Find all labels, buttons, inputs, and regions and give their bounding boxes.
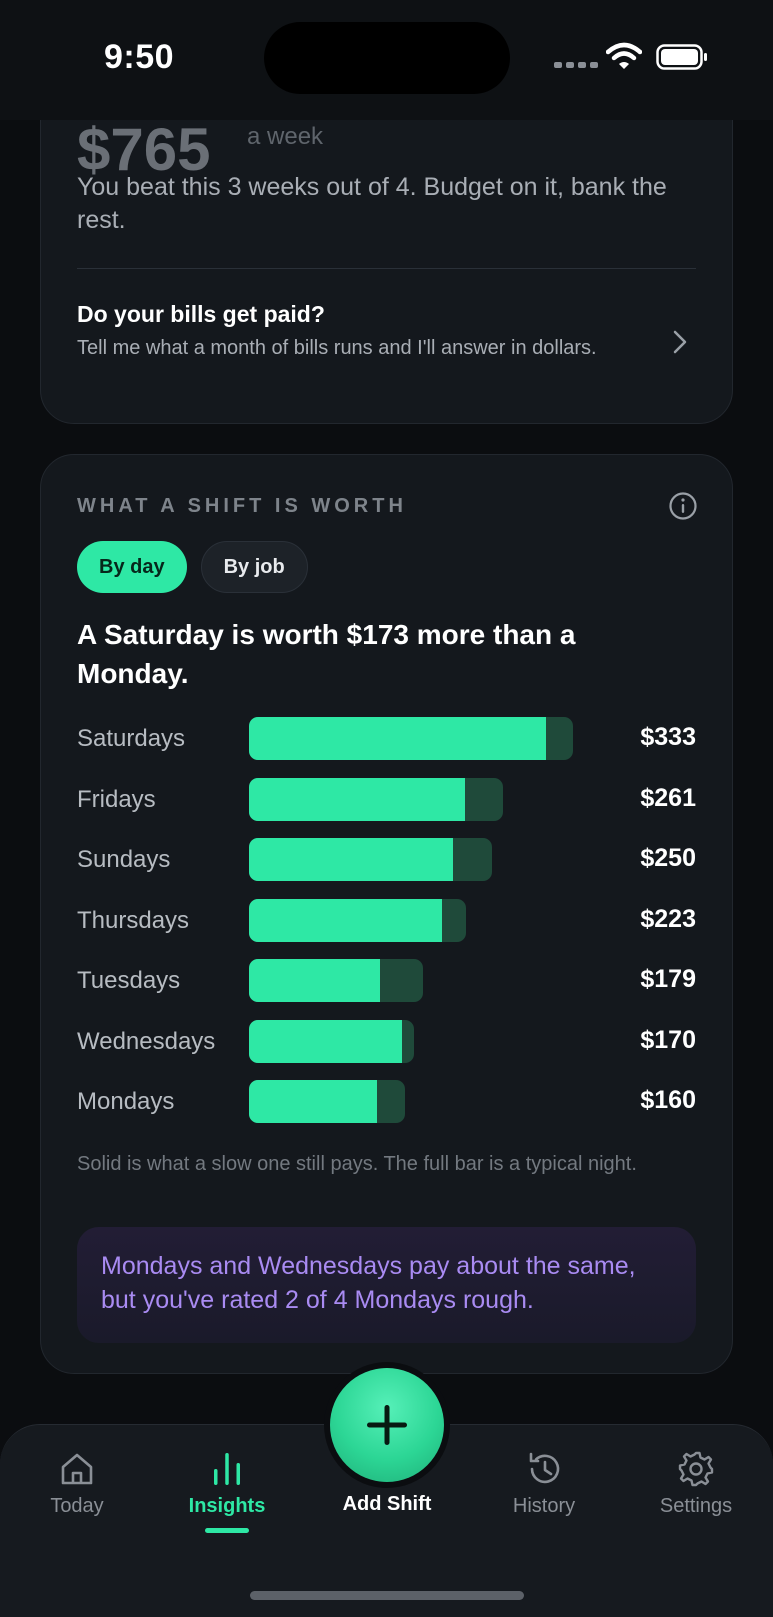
bar-label: Tuesdays [77, 967, 181, 994]
history-icon [529, 1452, 560, 1484]
bar-value: $261 [640, 783, 696, 812]
bar-solid [249, 777, 465, 821]
bar-label: Saturdays [77, 725, 186, 752]
segmented-control: By day By job [77, 541, 308, 593]
tab-by-day[interactable]: By day [77, 541, 187, 593]
bar-solid [249, 959, 381, 1002]
divider [77, 268, 696, 269]
bar-solid [249, 1080, 378, 1123]
tab-history[interactable]: History [479, 1449, 609, 1518]
add-shift-label: Add Shift [342, 1493, 432, 1515]
bar-label: Sundays [77, 846, 171, 873]
bar-value: $333 [640, 723, 696, 751]
bar-label: Thursdays [77, 906, 190, 934]
chevron-right-icon [673, 330, 687, 354]
add-shift-wrapper [324, 1362, 450, 1488]
bar-value: $160 [640, 1086, 696, 1114]
bar-solid [249, 1019, 402, 1063]
bar-label: Mondays [77, 1088, 175, 1115]
day-bar-chart: Saturdays $333 Fridays $261 Sundays $250 Thurs… [77, 717, 696, 1141]
tab-settings[interactable]: Settings [631, 1449, 761, 1518]
insight-callout: Mondays and Wednesdays pay about the sam… [77, 1227, 696, 1343]
tab-insights[interactable]: Insights [162, 1449, 292, 1533]
gear-icon [678, 1451, 714, 1487]
bills-row[interactable]: Do your bills get paid? Tell me what a m… [77, 299, 696, 389]
info-icon[interactable] [668, 491, 698, 521]
bar-value: $250 [640, 844, 696, 872]
shift-worth-card: WHAT A SHIFT IS WORTH By day By job A Sa… [40, 454, 733, 1374]
dynamic-island [264, 22, 510, 94]
bills-subtitle: Tell me what a month of bills runs and I… [77, 337, 597, 359]
status-time: 9:50 [104, 38, 175, 76]
active-tab-indicator [205, 1528, 249, 1533]
bar-row: Mondays $160 [77, 1080, 696, 1141]
tab-label: Settings [659, 1495, 733, 1517]
plus-icon [367, 1405, 407, 1445]
tab-today[interactable]: Today [12, 1449, 142, 1518]
beat-text: You beat this 3 weeks out of 4. Budget o… [77, 173, 667, 234]
bar-chart-icon [214, 1453, 240, 1485]
home-icon [61, 1453, 93, 1485]
bar-row: Saturdays $333 [77, 717, 696, 778]
bar-row: Thursdays $223 [77, 898, 696, 960]
section-header: WHAT A SHIFT IS WORTH [77, 495, 407, 517]
insight-text: Mondays and Wednesdays pay about the sam… [101, 1252, 636, 1314]
bar-solid [249, 838, 454, 881]
bills-title: Do your bills get paid? [77, 301, 325, 327]
bar-solid [249, 898, 442, 942]
status-bar: 9:50 [0, 0, 773, 120]
tab-label: Insights [188, 1495, 266, 1517]
bar-label: Wednesdays [77, 1027, 216, 1055]
bar-value: $179 [640, 965, 696, 993]
tab-by-job[interactable]: By job [200, 541, 308, 593]
cellular-signal-icon [554, 62, 598, 68]
wifi-icon [606, 42, 642, 69]
headline: A Saturday is worth $173 more than a Mon… [77, 619, 576, 689]
bar-row: Fridays $261 [77, 777, 696, 839]
bar-row: Tuesdays $179 [77, 959, 696, 1020]
bar-solid [249, 717, 546, 760]
bar-row: Wednesdays $170 [77, 1019, 696, 1081]
tab-label: Today [50, 1495, 104, 1517]
add-shift-button[interactable] [330, 1368, 444, 1482]
per-week-label: a week [247, 123, 324, 150]
home-indicator [250, 1591, 524, 1600]
bar-label: Fridays [77, 785, 156, 813]
bar-value: $170 [640, 1025, 696, 1054]
tab-label: History [512, 1495, 576, 1517]
bar-value: $223 [640, 904, 696, 933]
chart-caption: Solid is what a slow one still pays. The… [77, 1153, 637, 1175]
battery-icon [656, 44, 707, 70]
bar-row: Sundays $250 [77, 838, 696, 899]
